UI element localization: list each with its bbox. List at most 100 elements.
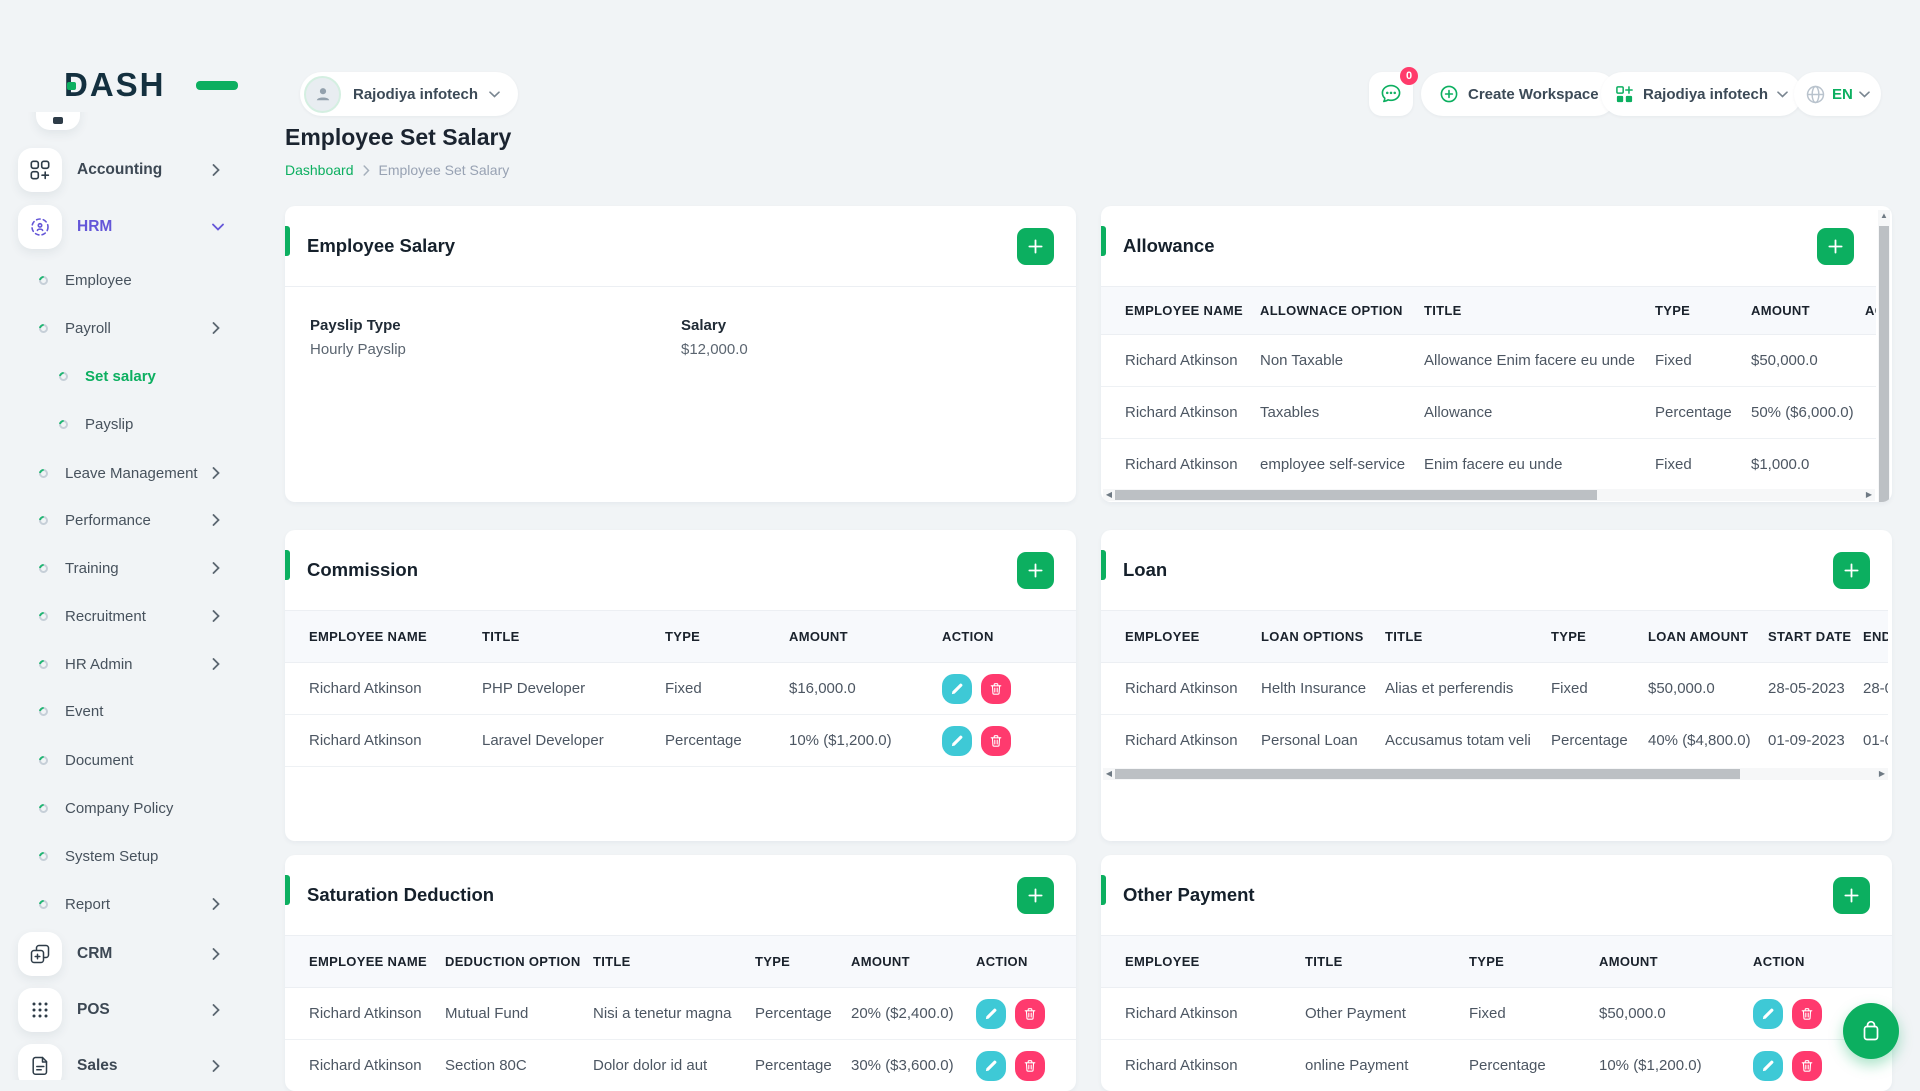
column-header: ACTION (976, 936, 1076, 988)
scrollbar-thumb[interactable] (1879, 226, 1889, 502)
vertical-scrollbar[interactable]: ▲ ▼ (1878, 210, 1890, 502)
sidebar-item-event[interactable]: Event (0, 689, 285, 733)
edit-button[interactable] (976, 999, 1006, 1029)
column-header: TITLE (482, 611, 665, 663)
column-header: TITLE (1424, 287, 1655, 335)
column-header: START DATE (1768, 611, 1863, 663)
card-header: Employee Salary (285, 206, 1076, 286)
column-header: EMPLOYEE (1101, 936, 1305, 988)
loan-card: Loan EMPLOYEE LOAN OPTIONS TITLE TYPE LO… (1101, 530, 1892, 841)
sidebar-item-company-policy[interactable]: Company Policy (0, 786, 285, 830)
delete-button[interactable] (1015, 1051, 1045, 1081)
commission-add-button[interactable] (1017, 552, 1054, 589)
sidebar-item-employee[interactable]: Employee (0, 258, 285, 302)
language-code: EN (1832, 86, 1853, 103)
delete-button[interactable] (981, 726, 1011, 756)
sidebar-item-pos[interactable]: POS (0, 988, 285, 1032)
loan-table-viewport: EMPLOYEE LOAN OPTIONS TITLE TYPE LOAN AM… (1101, 610, 1888, 766)
cell: 01-09-2023 (1768, 715, 1863, 767)
cell: Percentage (1551, 715, 1648, 767)
dash-logo[interactable]: DASH (64, 66, 204, 106)
horizontal-scrollbar[interactable]: ◀ ▶ (1103, 489, 1875, 501)
delete-button[interactable] (1015, 999, 1045, 1029)
horizontal-scrollbar[interactable]: ◀ ▶ (1103, 768, 1888, 780)
sidebar: Accounting HRM Employee Payroll (0, 0, 285, 1080)
sidebar-item-label: Performance (65, 512, 151, 529)
card-accent-bar (285, 226, 290, 256)
sidebar-item-crm[interactable]: CRM (0, 932, 285, 976)
language-selector[interactable]: EN (1794, 72, 1881, 116)
scroll-right-arrow[interactable]: ▶ (1876, 768, 1888, 780)
column-header: TYPE (755, 936, 851, 988)
dashboard-icon[interactable] (36, 112, 80, 130)
cell: Nisi a tenetur magna (593, 988, 755, 1040)
table-row: Richard Atkinson Other Payment Fixed $50… (1101, 988, 1892, 1040)
scroll-up-arrow[interactable]: ▲ (1878, 210, 1890, 222)
card-accent-bar (1101, 226, 1106, 256)
cell: 30% ($3,600.0) (851, 1040, 976, 1091)
table-row: Richard Atkinson Laravel Developer Perce… (285, 715, 1076, 767)
saturation-deduction-add-button[interactable] (1017, 877, 1054, 914)
table-row: Richard Atkinson Helth Insurance Alias e… (1101, 663, 1888, 715)
workspace-selector[interactable]: Rajodiya infotech (300, 72, 518, 116)
pencil-icon (984, 1059, 998, 1073)
sidebar-item-leave-management[interactable]: Leave Management (0, 451, 285, 495)
sidebar-item-payroll[interactable]: Payroll (0, 306, 285, 350)
pencil-icon (984, 1007, 998, 1021)
sidebar-item-sales[interactable]: Sales (0, 1044, 285, 1080)
sidebar-scroll-area[interactable]: Accounting HRM Employee Payroll (0, 112, 285, 1080)
account-workspace-dropdown[interactable]: Rajodiya infotech (1601, 72, 1802, 116)
edit-button[interactable] (976, 1051, 1006, 1081)
bullet-icon (37, 562, 50, 575)
allowance-add-button[interactable] (1817, 228, 1854, 265)
sidebar-item-report[interactable]: Report (0, 882, 285, 926)
sidebar-item-hrm[interactable]: HRM (0, 205, 285, 249)
column-header: AMOUNT (1599, 936, 1753, 988)
delete-button[interactable] (1792, 1051, 1822, 1081)
scroll-left-arrow[interactable]: ◀ (1103, 489, 1115, 501)
sidebar-item-recruitment[interactable]: Recruitment (0, 594, 285, 638)
delete-button[interactable] (981, 674, 1011, 704)
scroll-right-arrow[interactable]: ▶ (1863, 489, 1875, 501)
card-accent-bar (285, 550, 290, 580)
sidebar-item-payslip[interactable]: Payslip (0, 402, 285, 446)
cart-fab[interactable] (1843, 1003, 1899, 1059)
column-header: TYPE (1469, 936, 1599, 988)
bullet-icon (37, 467, 50, 480)
edit-button[interactable] (942, 674, 972, 704)
globe-icon (1805, 84, 1826, 105)
hrm-icon (18, 205, 62, 249)
other-payment-add-button[interactable] (1833, 877, 1870, 914)
sidebar-item-label: Event (65, 703, 103, 720)
sidebar-item-document[interactable]: Document (0, 738, 285, 782)
delete-button[interactable] (1792, 999, 1822, 1029)
sidebar-item-training[interactable]: Training (0, 546, 285, 590)
commission-table: EMPLOYEE NAME TITLE TYPE AMOUNT ACTION R… (285, 610, 1076, 767)
column-header: TYPE (1551, 611, 1648, 663)
account-workspace-label: Rajodiya infotech (1643, 86, 1768, 103)
trash-icon (1023, 1007, 1037, 1021)
sidebar-item-performance[interactable]: Performance (0, 498, 285, 542)
edit-button[interactable] (1753, 1051, 1783, 1081)
scroll-left-arrow[interactable]: ◀ (1103, 768, 1115, 780)
employee-salary-add-button[interactable] (1017, 228, 1054, 265)
sidebar-item-hr-admin[interactable]: HR Admin (0, 642, 285, 686)
scrollbar-thumb[interactable] (1115, 769, 1740, 779)
edit-button[interactable] (1753, 999, 1783, 1029)
edit-button[interactable] (942, 726, 972, 756)
cell: Richard Atkinson (1101, 988, 1305, 1040)
bullet-icon (37, 850, 50, 863)
messages-button[interactable]: 0 (1369, 72, 1413, 116)
logo-dash-accent (196, 81, 238, 90)
sidebar-item-system-setup[interactable]: System Setup (0, 834, 285, 878)
scrollbar-thumb[interactable] (1115, 490, 1597, 500)
sidebar-item-accounting[interactable]: Accounting (0, 148, 285, 192)
breadcrumb-dashboard-link[interactable]: Dashboard (285, 162, 354, 178)
table-header-row: EMPLOYEE TITLE TYPE AMOUNT ACTION (1101, 936, 1892, 988)
sidebar-item-set-salary[interactable]: Set salary (0, 354, 285, 398)
sidebar-item-label: Leave Management (65, 465, 198, 482)
create-workspace-button[interactable]: Create Workspace (1421, 72, 1617, 116)
cell: 40% ($4,800.0) (1648, 715, 1768, 767)
field-label: Payslip Type (310, 317, 681, 334)
loan-add-button[interactable] (1833, 552, 1870, 589)
